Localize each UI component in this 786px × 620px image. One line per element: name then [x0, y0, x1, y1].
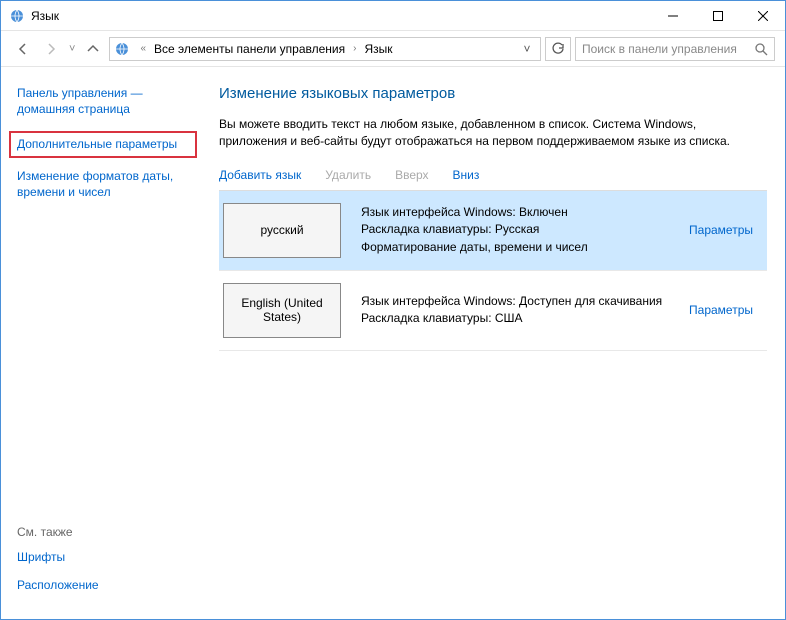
breadcrumb-root-icon[interactable]: «: [134, 43, 152, 54]
minimize-button[interactable]: [650, 1, 695, 30]
remove-language-link[interactable]: Удалить: [325, 168, 371, 182]
sidebar-formats[interactable]: Изменение форматов даты, времени и чисел: [17, 168, 201, 200]
language-row[interactable]: English (United States) Язык интерфейса …: [219, 271, 767, 351]
sidebar-advanced[interactable]: Дополнительные параметры: [9, 131, 197, 157]
language-detail-line: Язык интерфейса Windows: Доступен для ск…: [361, 293, 669, 310]
language-detail-line: Форматирование даты, времени и чисел: [361, 239, 669, 256]
language-details: Язык интерфейса Windows: Включен Расклад…: [361, 204, 669, 256]
navbar: ˅ « Все элементы панели управления › Язы…: [1, 31, 785, 67]
language-row[interactable]: русский Язык интерфейса Windows: Включен…: [219, 191, 767, 271]
language-detail-line: Раскладка клавиатуры: Русская: [361, 221, 669, 238]
app-icon: [9, 8, 25, 24]
window-controls: [650, 1, 785, 30]
content: Панель управления — домашняя страница До…: [1, 67, 785, 619]
maximize-button[interactable]: [695, 1, 740, 30]
history-dropdown-icon[interactable]: ˅: [67, 43, 77, 55]
refresh-button[interactable]: [545, 37, 571, 61]
language-details: Язык интерфейса Windows: Доступен для ск…: [361, 293, 669, 328]
back-button[interactable]: [11, 37, 35, 61]
sidebar: Панель управления — домашняя страница До…: [1, 67, 201, 619]
search-icon[interactable]: [754, 42, 768, 56]
main-pane: Изменение языковых параметров Вы можете …: [201, 67, 785, 619]
language-tile[interactable]: русский: [223, 203, 341, 258]
search-box[interactable]: [575, 37, 775, 61]
breadcrumb-seg-2[interactable]: Язык: [364, 42, 392, 56]
globe-icon: [114, 41, 130, 57]
language-options-link[interactable]: Параметры: [689, 303, 759, 317]
language-list: русский Язык интерфейса Windows: Включен…: [219, 191, 767, 351]
move-up-link[interactable]: Вверх: [395, 168, 428, 182]
sidebar-fonts[interactable]: Шрифты: [17, 549, 201, 565]
search-input[interactable]: [582, 42, 754, 56]
toolbar: Добавить язык Удалить Вверх Вниз: [219, 164, 767, 188]
forward-button[interactable]: [39, 37, 63, 61]
page-description: Вы можете вводить текст на любом языке, …: [219, 116, 767, 150]
sidebar-location[interactable]: Расположение: [17, 577, 201, 593]
move-down-link[interactable]: Вниз: [453, 168, 480, 182]
breadcrumb-seg-1[interactable]: Все элементы панели управления: [154, 42, 345, 56]
page-heading: Изменение языковых параметров: [219, 85, 767, 102]
add-language-link[interactable]: Добавить язык: [219, 168, 301, 182]
close-button[interactable]: [740, 1, 785, 30]
language-detail-line: Раскладка клавиатуры: США: [361, 310, 669, 327]
up-button[interactable]: [81, 37, 105, 61]
language-name: English (United States): [228, 296, 336, 325]
language-name: русский: [260, 223, 303, 237]
language-detail-line: Язык интерфейса Windows: Включен: [361, 204, 669, 221]
see-also-label: См. также: [17, 525, 201, 539]
language-options-link[interactable]: Параметры: [689, 223, 759, 237]
sidebar-home[interactable]: Панель управления — домашняя страница: [17, 85, 201, 117]
window-title: Язык: [31, 9, 650, 23]
addressbar[interactable]: « Все элементы панели управления › Язык …: [109, 37, 541, 61]
address-dropdown-icon[interactable]: ˅: [518, 42, 536, 56]
language-tile[interactable]: English (United States): [223, 283, 341, 338]
titlebar: Язык: [1, 1, 785, 31]
chevron-right-icon[interactable]: ›: [347, 43, 362, 54]
